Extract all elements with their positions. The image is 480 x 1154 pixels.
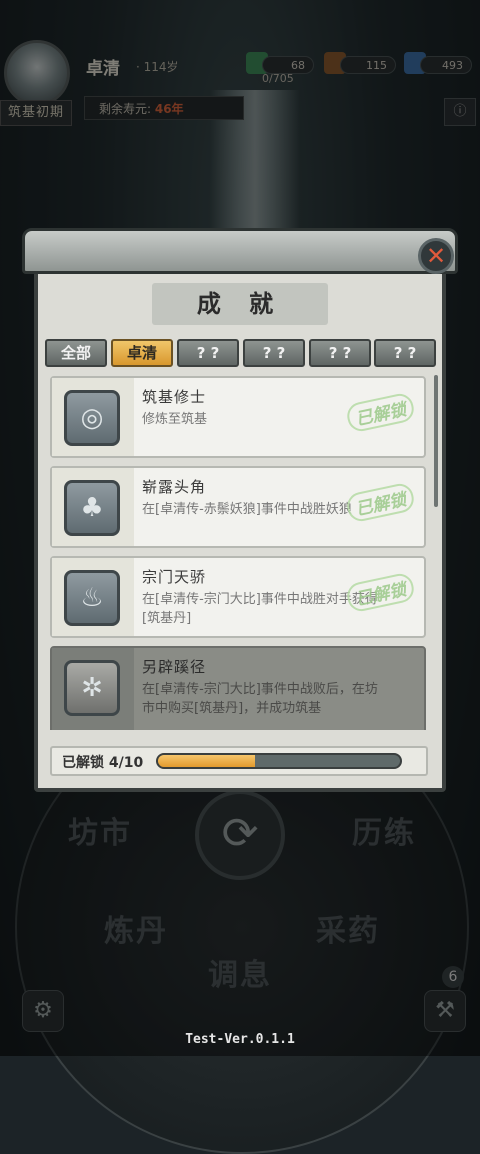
tab-locked-6[interactable]: ? ? xyxy=(374,339,436,367)
version-label: Test-Ver.0.1.1 xyxy=(185,1032,295,1047)
unlock-progress-fill xyxy=(158,755,255,767)
unlock-progress-bar xyxy=(156,753,402,769)
unlocked-stamp: 已解锁 xyxy=(344,571,417,614)
dialog-title: 成 就 xyxy=(152,283,328,325)
unlocked-stamp: 已解锁 xyxy=(344,391,417,434)
achievement-name: 筑基修士 xyxy=(142,388,207,406)
dialog-header-frame xyxy=(22,228,458,274)
tab-locked-4[interactable]: ? ? xyxy=(243,339,305,367)
sprout-icon: ♣ xyxy=(64,480,120,536)
achievement-card[interactable]: ◎ 筑基修士 修炼至筑基 已解锁 xyxy=(50,376,426,458)
tab-locked-5[interactable]: ? ? xyxy=(309,339,371,367)
close-icon[interactable]: ✕ xyxy=(418,238,454,274)
achievement-card-locked[interactable]: ✲ 另辟蹊径 在[卓清传-宗门大比]事件中战败后，在坊市中购买[筑基丹]，并成功… xyxy=(50,646,426,730)
tab-zhuoqing[interactable]: 卓清 xyxy=(111,339,173,367)
tab-locked-3[interactable]: ? ? xyxy=(177,339,239,367)
unlocked-stamp: 已解锁 xyxy=(344,481,417,524)
tab-all[interactable]: 全部 xyxy=(45,339,107,367)
achievement-card[interactable]: ♣ 崭露头角 在[卓清传-赤鬃妖狼]事件中战胜妖狼 已解锁 xyxy=(50,466,426,548)
achievement-desc: 在[卓清传-宗门大比]事件中战败后，在坊市中购买[筑基丹]，并成功筑基 xyxy=(142,682,378,716)
broken-tree-icon: ✲ xyxy=(64,660,120,716)
vortex-icon: ◎ xyxy=(64,390,120,446)
achievement-name: 宗门天骄 xyxy=(142,568,207,586)
list-scrollbar[interactable] xyxy=(434,375,438,507)
achievement-name: 另辟蹊径 xyxy=(142,658,207,676)
achievement-name: 崭露头角 xyxy=(142,478,207,496)
unlock-progress-label: 已解锁 4/10 xyxy=(62,755,144,771)
flame-icon: ♨ xyxy=(64,570,120,626)
achievement-card[interactable]: ♨ 宗门天骄 在[卓清传-宗门大比]事件中战胜对手获得[筑基丹] 已解锁 xyxy=(50,556,426,638)
achievement-list[interactable]: ◎ 筑基修士 修炼至筑基 已解锁 ♣ 崭露头角 在[卓清传-赤鬃妖狼]事件中战胜… xyxy=(48,372,432,730)
